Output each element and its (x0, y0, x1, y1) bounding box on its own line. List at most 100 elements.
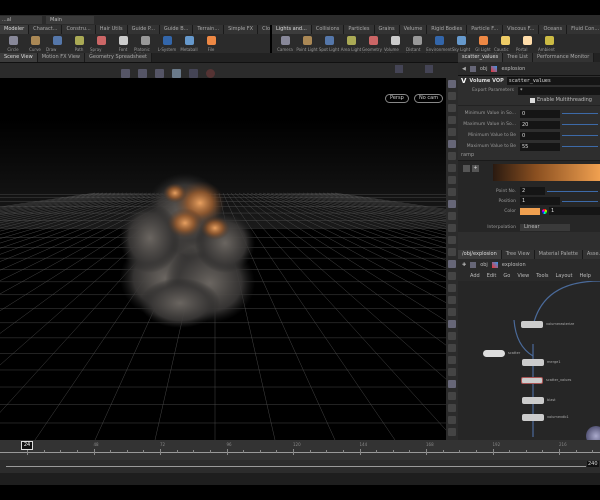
shelf-tab[interactable]: Lights and... (272, 25, 312, 34)
pane-tab[interactable]: Asse... (582, 250, 600, 259)
network-menu-item[interactable]: Layout (556, 273, 573, 279)
param-field[interactable]: 0 (520, 109, 560, 118)
network-node[interactable] (483, 350, 505, 357)
display-option-icon[interactable] (448, 188, 456, 196)
display-option-icon[interactable] (448, 224, 456, 232)
view-tool-icon[interactable] (138, 69, 147, 78)
display-option-icon[interactable] (448, 260, 456, 268)
desktop-dropdown[interactable]: ...al (0, 16, 42, 24)
network-node[interactable] (521, 377, 543, 384)
back-icon[interactable]: ◀ (462, 66, 466, 72)
display-option-icon[interactable] (448, 284, 456, 292)
shelf-tab[interactable]: Fluid Con... (567, 25, 600, 34)
display-option-icon[interactable] (448, 164, 456, 172)
shelf-tab[interactable]: Guide P... (127, 25, 160, 34)
pane-tab[interactable]: Geometry Spreadsheet (85, 53, 153, 62)
point-no-field[interactable]: 2 (520, 187, 545, 195)
display-option-icon[interactable] (448, 404, 456, 412)
param-slider[interactable] (562, 135, 598, 136)
color-swatch[interactable] (520, 207, 540, 215)
network-node[interactable] (521, 321, 543, 328)
camera-menu[interactable]: No cam (414, 94, 444, 103)
display-option-icon[interactable] (448, 116, 456, 124)
network-menu-item[interactable]: Add (470, 273, 480, 279)
position-field[interactable]: 1 (520, 197, 560, 205)
view-tool-icon[interactable] (155, 69, 164, 78)
view-tool-icon[interactable] (121, 69, 130, 78)
view-tool-icon[interactable] (189, 69, 198, 78)
viewport-mode-icon[interactable] (425, 65, 433, 73)
path-root[interactable]: obj (480, 262, 488, 268)
select-tool-icon[interactable] (172, 69, 181, 78)
network-menu-item[interactable]: Help (580, 273, 591, 279)
param-field[interactable]: 20 (520, 120, 560, 129)
display-option-icon[interactable] (448, 104, 456, 112)
pane-tab[interactable]: Motion FX View (37, 53, 85, 62)
shelf-tab[interactable]: Grains (374, 25, 400, 34)
current-frame-marker[interactable]: 24 (21, 441, 33, 450)
pane-tab[interactable]: Tree List (503, 53, 533, 62)
display-option-icon[interactable] (448, 128, 456, 136)
display-option-icon[interactable] (448, 200, 456, 208)
display-option-icon[interactable] (448, 212, 456, 220)
viewport[interactable]: Persp No cam (0, 78, 446, 440)
network-menu-item[interactable]: Go (503, 273, 510, 279)
ramp-gradient[interactable] (493, 164, 600, 181)
display-option-icon[interactable] (448, 308, 456, 316)
network-menu-item[interactable]: Tools (536, 273, 548, 279)
display-option-icon[interactable] (448, 176, 456, 184)
display-option-icon[interactable] (448, 92, 456, 100)
path-node[interactable]: explosion (502, 262, 526, 268)
display-option-icon[interactable] (448, 416, 456, 424)
pane-tab[interactable]: Material Palette (534, 250, 583, 259)
shelf-tab[interactable]: Viscous F... (503, 25, 540, 34)
shelf-tab[interactable]: Constru... (62, 25, 96, 34)
shelf-tab[interactable]: Modeler (0, 25, 30, 34)
display-option-icon[interactable] (448, 248, 456, 256)
shelf-tab[interactable]: Particles (344, 25, 375, 34)
shelf-tab[interactable]: Simple FX (224, 25, 259, 34)
node-name-field[interactable]: scatter_values (506, 77, 600, 85)
pane-tab[interactable]: Performance Monitor (532, 53, 595, 62)
param-slider[interactable] (562, 146, 598, 147)
path-node[interactable]: explosion (501, 66, 525, 72)
pane-tab[interactable]: /obj/explosion (458, 250, 502, 259)
path-root[interactable]: obj (480, 66, 488, 72)
display-option-icon[interactable] (448, 272, 456, 280)
enable-mt-checkbox[interactable] (530, 97, 535, 103)
shelf-tab[interactable]: Rigid Bodies (427, 25, 468, 34)
pane-tab[interactable]: Tree View (501, 250, 535, 259)
display-option-icon[interactable] (448, 344, 456, 352)
display-option-icon[interactable] (448, 320, 456, 328)
color-wheel-icon[interactable] (542, 208, 547, 214)
display-option-icon[interactable] (448, 380, 456, 388)
pane-tab[interactable]: Scene View (0, 53, 38, 62)
display-option-icon[interactable] (448, 332, 456, 340)
shelf-tab[interactable]: Cloud FX (258, 25, 270, 34)
display-option-icon[interactable] (448, 152, 456, 160)
display-option-icon[interactable] (448, 140, 456, 148)
end-frame[interactable]: 240 (587, 461, 599, 467)
shelf-tab[interactable]: Charact... (29, 25, 63, 34)
pane-tab[interactable]: scatter_values (458, 53, 504, 62)
export-field[interactable]: * (518, 86, 600, 95)
shelf-tab[interactable]: Guide B... (159, 25, 194, 34)
persp-menu[interactable]: Persp (385, 94, 409, 103)
network-menu-item[interactable]: View (517, 273, 529, 279)
color-value-field[interactable]: 1 (549, 207, 600, 215)
display-option-icon[interactable] (448, 80, 456, 88)
network-node[interactable] (522, 414, 544, 421)
range-slider[interactable] (6, 466, 586, 467)
shelf-tab[interactable]: Collisions (311, 25, 345, 34)
display-option-icon[interactable] (448, 296, 456, 304)
param-field[interactable]: 0 (520, 131, 560, 140)
param-field[interactable]: 55 (520, 142, 560, 151)
param-slider[interactable] (562, 113, 598, 114)
display-option-icon[interactable] (448, 356, 456, 364)
param-slider[interactable] (562, 124, 598, 125)
shelf-tab[interactable]: Hair Utils (95, 25, 128, 34)
interpolation-select[interactable]: Linear (520, 223, 570, 231)
camera-icon[interactable] (395, 65, 403, 73)
display-option-icon[interactable] (448, 392, 456, 400)
shelf-tab[interactable]: Particle F... (467, 25, 504, 34)
